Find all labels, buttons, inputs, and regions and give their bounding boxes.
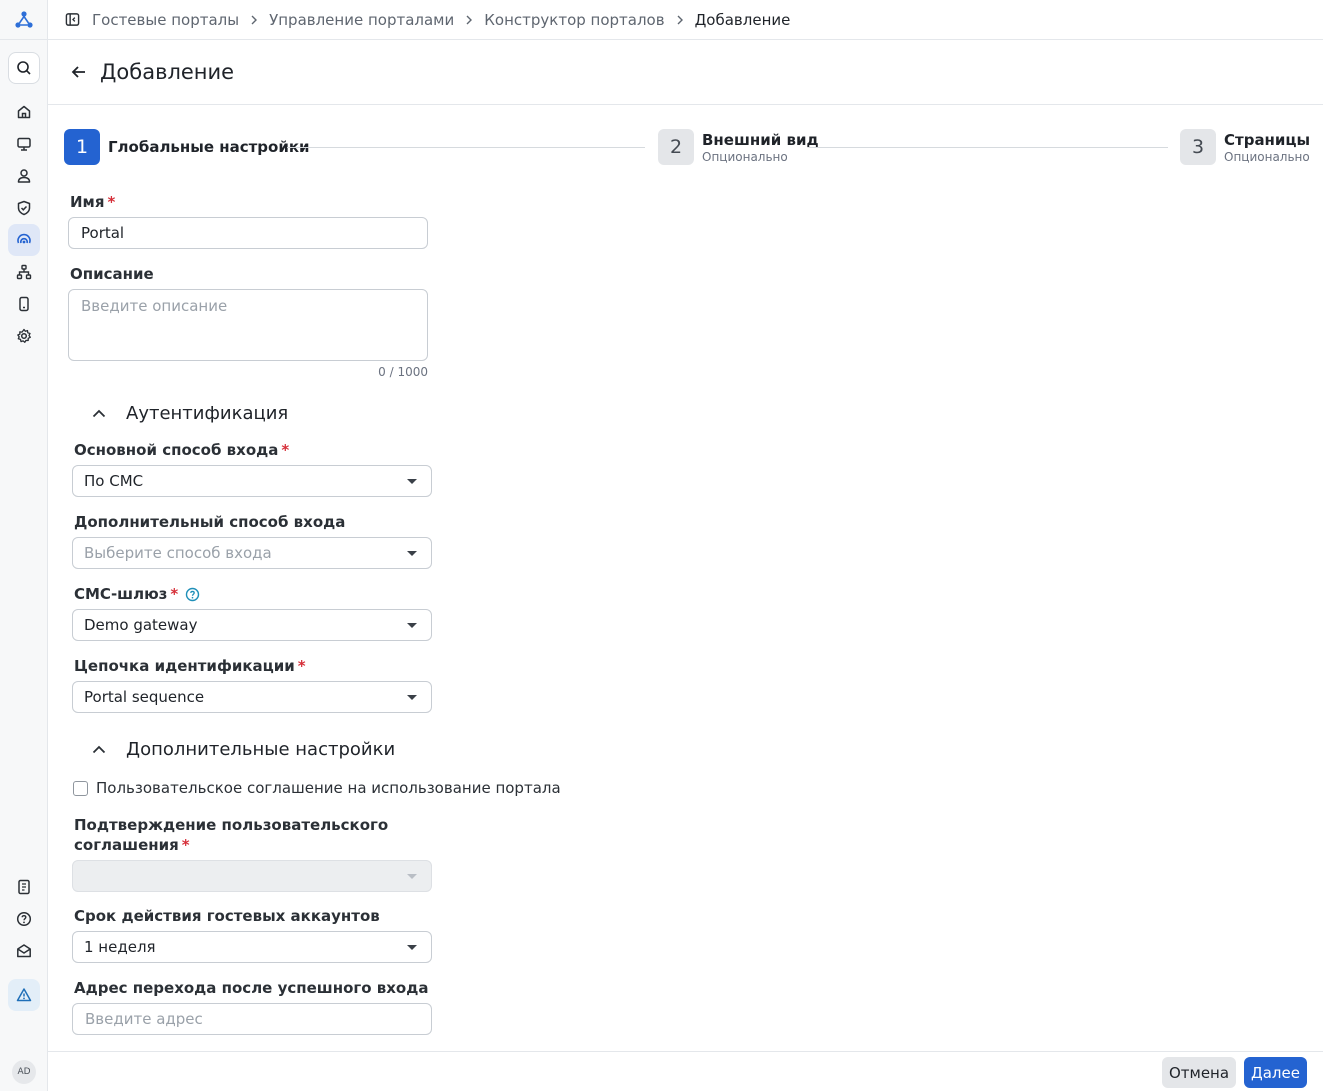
sidebar-item-devices[interactable] — [8, 288, 40, 320]
home-icon — [17, 105, 31, 119]
avatar[interactable]: AD — [12, 1060, 36, 1084]
chevron-up-icon — [92, 409, 108, 418]
app-logo-icon[interactable] — [12, 8, 36, 32]
warning-icon — [16, 988, 32, 1002]
id-chain-label: Цепочка идентификации * — [74, 657, 306, 675]
chevron-right-icon — [676, 15, 684, 25]
guest-expiry-select[interactable]: 1 неделя — [72, 931, 432, 963]
step-2-subtitle: Опционально — [702, 150, 788, 164]
monitor-icon — [17, 137, 31, 151]
header: Гостевые порталы Управление порталами Ко… — [48, 0, 1323, 40]
step-1-title[interactable]: Глобальные настройки — [108, 138, 310, 156]
back-arrow-icon[interactable] — [70, 63, 88, 81]
chevron-right-icon — [465, 15, 473, 25]
caret-down-icon — [407, 695, 417, 700]
guest-expiry-label: Срок действия гостевых аккаунтов — [74, 907, 380, 925]
sidebar-item-help[interactable] — [8, 903, 40, 935]
sidebar-item-license[interactable] — [8, 871, 40, 903]
sms-gateway-select[interactable]: Demo gateway — [72, 609, 432, 641]
agreement-confirm-select[interactable] — [72, 860, 432, 892]
shield-check-icon — [17, 200, 31, 216]
sidebar-item-guest-portals[interactable] — [8, 224, 40, 256]
redirect-url-input[interactable]: Введите адрес — [72, 1003, 432, 1035]
page-header: Добавление — [48, 40, 1323, 105]
caret-down-icon — [407, 623, 417, 628]
step-2-title[interactable]: Внешний вид — [702, 131, 819, 149]
secondary-login-label: Дополнительный способ входа — [74, 513, 346, 531]
sidebar: AD — [0, 0, 48, 1091]
name-label: Имя * — [70, 193, 116, 211]
gear-icon — [17, 328, 31, 343]
primary-login-label: Основной способ входа * — [74, 441, 290, 459]
step-3-number[interactable]: 3 — [1180, 129, 1216, 165]
caret-down-icon — [407, 479, 417, 484]
sidebar-item-home[interactable] — [8, 96, 40, 128]
caret-down-icon — [407, 551, 417, 556]
primary-login-value: По СМС — [84, 472, 144, 490]
auth-section: Аутентификация Основной способ входа * По… — [68, 381, 1303, 718]
mail-icon — [17, 944, 31, 958]
network-tree-icon — [16, 264, 32, 280]
document-icon — [18, 879, 30, 895]
stepper: 1 Глобальные настройки 2 Внешний вид Опц… — [64, 129, 1310, 165]
breadcrumb: Гостевые порталы Управление порталами Ко… — [92, 11, 790, 29]
sms-gateway-label: СМС-шлюз * — [74, 585, 200, 603]
chevron-right-icon — [250, 15, 258, 25]
breadcrumb-portal-builder[interactable]: Конструктор порталов — [484, 11, 664, 29]
auth-section-header[interactable]: Аутентификация — [92, 403, 288, 424]
sidebar-item-network[interactable] — [8, 256, 40, 288]
next-button[interactable]: Далее — [1244, 1057, 1307, 1088]
cancel-button[interactable]: Отмена — [1162, 1057, 1236, 1088]
id-chain-select[interactable]: Portal sequence — [72, 681, 432, 713]
sidebar-item-users[interactable] — [8, 160, 40, 192]
secondary-login-select[interactable]: Выберите способ входа — [72, 537, 432, 569]
search-button[interactable] — [8, 52, 40, 84]
step-1-number[interactable]: 1 — [64, 129, 100, 165]
user-icon — [17, 169, 31, 183]
guest-expiry-value: 1 неделя — [84, 938, 156, 956]
sidebar-item-alerts[interactable] — [8, 979, 40, 1011]
sidebar-item-security[interactable] — [8, 192, 40, 224]
agreement-checkbox[interactable] — [73, 781, 88, 796]
description-textarea[interactable]: Введите описание — [68, 289, 428, 361]
help-icon — [16, 911, 32, 927]
auth-section-title: Аутентификация — [126, 403, 289, 424]
sidebar-item-monitor[interactable] — [8, 128, 40, 160]
breadcrumb-portal-management[interactable]: Управление порталами — [269, 11, 454, 29]
sms-gateway-value: Demo gateway — [84, 616, 198, 634]
step-connector — [809, 147, 1168, 148]
caret-down-icon — [407, 874, 417, 879]
breadcrumb-current: Добавление — [694, 10, 791, 29]
step-3-title[interactable]: Страницы — [1224, 131, 1310, 149]
primary-login-select[interactable]: По СМС — [72, 465, 432, 497]
step-3-subtitle: Опционально — [1224, 150, 1310, 164]
id-chain-value: Portal sequence — [84, 688, 205, 706]
sidebar-toggle-icon[interactable] — [65, 12, 80, 27]
extra-settings-header[interactable]: Дополнительные настройки — [92, 739, 395, 760]
phone-icon — [19, 296, 29, 312]
page-title: Добавление — [100, 60, 235, 84]
caret-down-icon — [407, 945, 417, 950]
search-icon — [17, 61, 31, 75]
sidebar-item-mail[interactable] — [8, 935, 40, 967]
footer: Отмена Далее — [48, 1051, 1323, 1091]
extra-settings-section: Дополнительные настройки Пользовательско… — [68, 718, 1303, 1039]
agreement-confirm-label: Подтверждение пользовательского соглашени… — [74, 816, 389, 854]
secondary-login-placeholder: Выберите способ входа — [84, 544, 272, 562]
description-label: Описание — [70, 265, 154, 283]
extra-settings-title: Дополнительные настройки — [126, 739, 396, 760]
agreement-checkbox-label[interactable]: Пользовательское соглашение на использов… — [96, 779, 561, 797]
chevron-up-icon — [92, 745, 108, 754]
description-counter: 0 / 1000 — [378, 365, 428, 379]
breadcrumb-guest-portals[interactable]: Гостевые порталы — [92, 11, 239, 29]
step-connector — [287, 147, 645, 148]
step-2-number[interactable]: 2 — [658, 129, 694, 165]
redirect-url-label: Адрес перехода после успешного входа — [74, 979, 429, 997]
name-input[interactable]: Portal — [68, 217, 428, 249]
sidebar-item-settings[interactable] — [8, 320, 40, 352]
help-circle-icon[interactable] — [185, 587, 200, 602]
broadcast-icon — [17, 233, 31, 244]
